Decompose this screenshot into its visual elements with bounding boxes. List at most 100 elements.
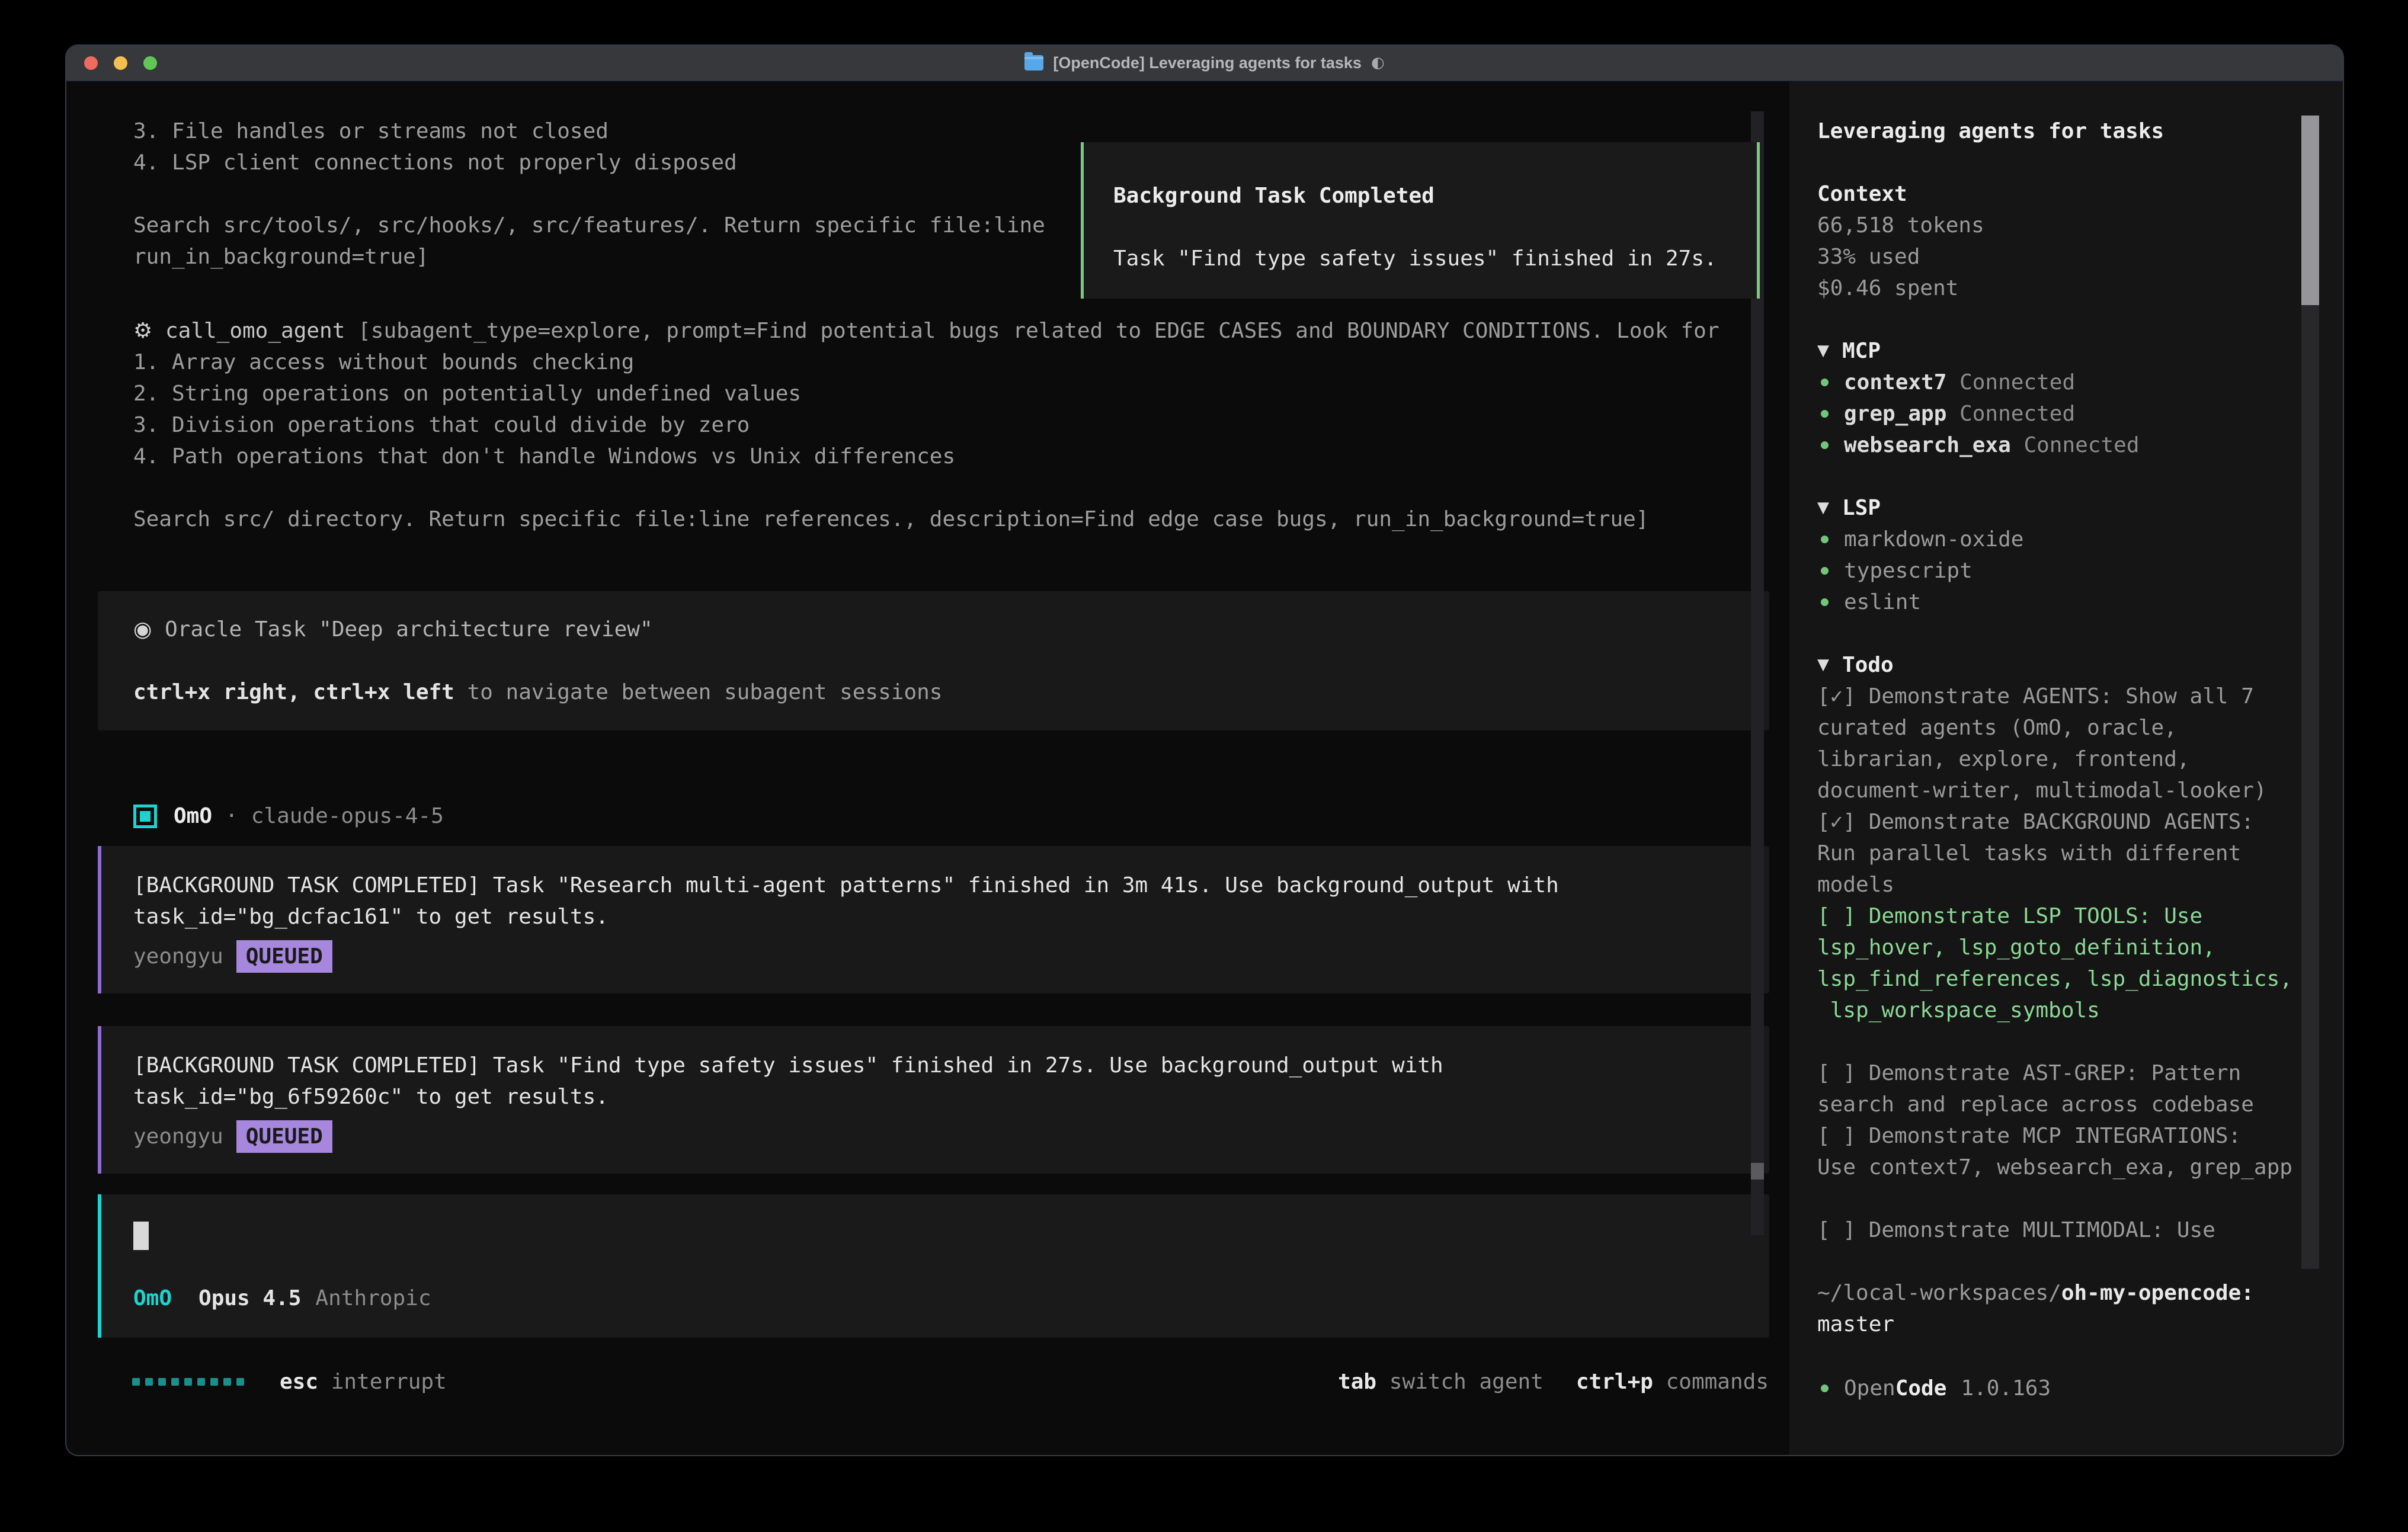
connected-dot-icon [1821, 379, 1829, 386]
prompt-input[interactable]: OmO Opus 4.5 Anthropic [98, 1194, 1769, 1338]
context-stat-line: $0.46 spent [1817, 273, 2301, 304]
background-task-notification[interactable]: Background Task Completed Task "Find typ… [1081, 142, 1760, 299]
spinner-dot-icon [210, 1378, 218, 1386]
opencode-terminal-window: [OpenCode] Leveraging agents for tasks◐ … [65, 44, 2344, 1456]
tool-call-line: 4. Path operations that don't handle Win… [133, 441, 1769, 472]
text-cursor [133, 1222, 149, 1250]
chevron-down-icon: ▼ [1817, 335, 1829, 367]
context-stat-line: 33% used [1817, 241, 2301, 273]
lsp-server-name: markdown-oxide [1844, 524, 2023, 555]
tool-call-line: 1. Array access without bounds checking [133, 347, 1769, 378]
omo-agent-icon [133, 805, 157, 828]
gear-icon: ⚙ [133, 319, 152, 343]
oracle-task-box[interactable]: ◉ Oracle Task "Deep architecture review"… [98, 591, 1769, 730]
oracle-task-title: ◉ Oracle Task "Deep architecture review" [133, 614, 1734, 645]
mcp-server-name: websearch_exa [1844, 433, 2011, 457]
workspace-branch: master [1817, 1312, 1894, 1337]
tool-call-head: ⚙ call_omo_agent [subagent_type=explore,… [133, 315, 1769, 347]
zoom-window-button[interactable] [143, 56, 157, 70]
spinner-dot-icon [184, 1378, 192, 1386]
todo-list: [✓] Demonstrate AGENTS: Show all 7 curat… [1817, 681, 2301, 1246]
input-model-name: Opus 4.5 [198, 1283, 301, 1314]
mcp-server-item: context7 Connected [1817, 367, 2301, 398]
chat-scrollbar-thumb[interactable] [1751, 1163, 1764, 1180]
todo-item: [ ] Demonstrate AST-GREP: Pattern search… [1817, 1057, 2301, 1120]
notification-title: Background Task Completed [1113, 180, 1727, 211]
todo-item: [✓] Demonstrate BACKGROUND AGENTS: Run p… [1817, 806, 2301, 900]
message-line: task_id="bg_dcfac161" to get results. [133, 901, 1734, 932]
window-titlebar[interactable]: [OpenCode] Leveraging agents for tasks ◐ [66, 46, 2343, 81]
spinner-dot-icon [197, 1378, 205, 1386]
window-title: [OpenCode] Leveraging agents for tasks ◐ [1024, 54, 1384, 72]
workspace-info: ~/local-workspaces/oh-my-opencode: maste… [1817, 1277, 2301, 1340]
opencode-version: OpenCode1.0.163 [1817, 1373, 2301, 1404]
spinner-dot-icon [236, 1378, 244, 1386]
connected-dot-icon [1821, 536, 1829, 543]
status-dot-icon [1821, 1384, 1829, 1392]
tool-call-line: 2. String operations on potentially unde… [133, 378, 1769, 409]
notification-body: Task "Find type safety issues" finished … [1113, 243, 1727, 274]
message-line: task_id="bg_6f59260c" to get results. [133, 1081, 1734, 1113]
message-sender: yeongyu [133, 941, 223, 972]
lsp-server-item: markdown-oxide [1817, 524, 2301, 555]
session-title: Leveraging agents for tasks [1817, 116, 2301, 147]
window-title-text: [OpenCode] Leveraging agents for tasks [1053, 54, 1362, 72]
agent-header: OmO · claude-opus-4-5 [98, 800, 1769, 832]
traffic-lights [84, 56, 157, 70]
tool-call-line: Search src/ directory. Return specific f… [133, 504, 1769, 535]
spinner-dot-icon [145, 1378, 153, 1386]
connected-dot-icon [1821, 598, 1829, 606]
spinner-dot-icon [223, 1378, 231, 1386]
spinner-dots [132, 1378, 244, 1386]
input-provider-name: Anthropic [315, 1283, 431, 1314]
message-sender: yeongyu [133, 1121, 223, 1152]
workspace-repo: oh-my-opencode: [2061, 1281, 2254, 1305]
background-task-message[interactable]: [BACKGROUND TASK COMPLETED] Task "Resear… [98, 846, 1769, 993]
chevron-down-icon: ▼ [1817, 649, 1829, 681]
mcp-section-header[interactable]: ▼MCP [1817, 335, 2301, 367]
connected-dot-icon [1821, 410, 1829, 418]
subagent-navigation-hint: ctrl+x right, ctrl+x left to navigate be… [133, 677, 1734, 708]
message-line: [BACKGROUND TASK COMPLETED] Task "Find t… [133, 1050, 1734, 1081]
workspace-path: ~/local-workspaces/ [1817, 1281, 2061, 1305]
todo-item: [ ] Demonstrate MULTIMODAL: Use [1817, 1214, 2301, 1246]
queued-status-badge: QUEUED [236, 1120, 332, 1153]
folder-icon [1024, 55, 1043, 70]
sidebar-scrollbar-thumb[interactable] [2301, 116, 2319, 305]
lsp-server-name: typescript [1844, 555, 1972, 586]
close-window-button[interactable] [84, 56, 98, 70]
spinner-dot-icon [171, 1378, 179, 1386]
todo-item: [ ] Demonstrate MCP INTEGRATIONS: Use co… [1817, 1120, 2301, 1183]
connected-dot-icon [1821, 567, 1829, 575]
tool-call-block: ⚙ call_omo_agent [subagent_type=explore,… [98, 315, 1769, 535]
lsp-section-header[interactable]: ▼LSP [1817, 492, 2301, 524]
lsp-server-name: eslint [1844, 586, 1921, 618]
mcp-server-list: context7 Connectedgrep_app Connectedwebs… [1817, 367, 2301, 461]
session-sidebar: Leveraging agents for tasks Context 66,5… [1789, 81, 2343, 1455]
tool-call-line [133, 472, 1769, 504]
mcp-server-status: Connected [1946, 370, 2075, 395]
commands-hint: ctrl+p commands [1576, 1366, 1769, 1398]
mcp-server-item: websearch_exa Connected [1817, 430, 2301, 461]
lsp-server-item: typescript [1817, 555, 2301, 586]
minimize-window-button[interactable] [114, 56, 127, 70]
mcp-server-status: Connected [1946, 402, 2075, 426]
tool-call-line: 3. Division operations that could divide… [133, 409, 1769, 441]
context-stat-line: 66,518 tokens [1817, 210, 2301, 241]
background-task-message[interactable]: [BACKGROUND TASK COMPLETED] Task "Find t… [98, 1026, 1769, 1174]
tab-hint: tab switch agent [1338, 1366, 1544, 1398]
lsp-server-item: eslint [1817, 586, 2301, 618]
todo-item: [ ] Demonstrate LSP TOOLS: Use lsp_hover… [1817, 900, 2301, 1026]
context-stats: 66,518 tokens33% used$0.46 spent [1817, 210, 2301, 304]
tool-call-detail-lines: 1. Array access without bounds checking2… [133, 347, 1769, 535]
chevron-down-icon: ▼ [1817, 492, 1829, 524]
separator-dot: · [225, 800, 238, 832]
todo-section-header[interactable]: ▼Todo [1817, 649, 2301, 681]
half-circle-icon: ◐ [1371, 54, 1385, 72]
mcp-server-name: grep_app [1844, 402, 1946, 426]
mcp-server-status: Connected [2011, 433, 2140, 457]
spinner-dot-icon [132, 1378, 140, 1386]
input-agent-name: OmO [133, 1283, 172, 1314]
esc-hint: esc interrupt [280, 1366, 447, 1398]
queued-status-badge: QUEUED [236, 940, 332, 973]
